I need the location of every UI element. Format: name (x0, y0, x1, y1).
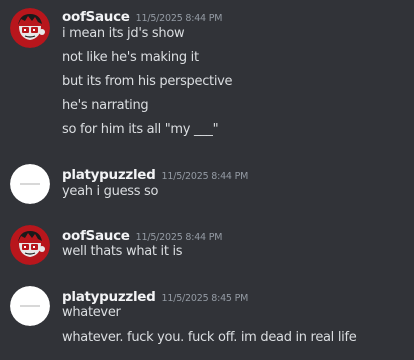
message-text: not like he's making it (62, 50, 199, 65)
username[interactable]: oofSauce (62, 228, 130, 244)
message-text: whatever. fuck you. fuck off. im dead in… (62, 330, 357, 345)
user-avatar-platypuzzled[interactable] (10, 286, 50, 326)
message-group: platypuzzled 11/5/2025 8:45 PM whatever w… (0, 286, 414, 356)
timestamp: 11/5/2025 8:44 PM (161, 171, 249, 182)
message-header: platypuzzled 11/5/2025 8:44 PM (62, 164, 248, 184)
message-header: oofSauce 11/5/2025 8:44 PM (62, 6, 222, 26)
message-text: whatever (62, 305, 121, 320)
timestamp: 11/5/2025 8:44 PM (135, 232, 223, 243)
timestamp: 11/5/2025 8:45 PM (161, 293, 249, 304)
user-avatar-platypuzzled[interactable] (10, 164, 50, 204)
red-cartoon-avatar-icon (10, 225, 50, 265)
message-text: yeah i guess so (62, 184, 159, 199)
username[interactable]: oofSauce (62, 9, 130, 25)
white-circle-avatar-icon (10, 164, 50, 204)
username[interactable]: platypuzzled (62, 289, 156, 305)
message-group: oofSauce 11/5/2025 8:44 PM i mean its jd'… (0, 6, 414, 146)
message-group: platypuzzled 11/5/2025 8:44 PM yeah i gue… (0, 164, 414, 208)
user-avatar-oofsauce[interactable] (10, 8, 50, 48)
message-group: oofSauce 11/5/2025 8:44 PM well thats wha… (0, 225, 414, 269)
chat-messages: oofSauce 11/5/2025 8:44 PM i mean its jd'… (0, 0, 414, 360)
message-text: he's narrating (62, 98, 149, 113)
message-text: i mean its jd's show (62, 26, 185, 41)
message-header: platypuzzled 11/5/2025 8:45 PM (62, 286, 248, 306)
timestamp: 11/5/2025 8:44 PM (135, 13, 223, 24)
message-header: oofSauce 11/5/2025 8:44 PM (62, 225, 222, 245)
message-text: well thats what it is (62, 244, 183, 259)
user-avatar-oofsauce[interactable] (10, 225, 50, 265)
message-text: but its from his perspective (62, 74, 233, 89)
white-circle-avatar-icon (10, 286, 50, 326)
username[interactable]: platypuzzled (62, 167, 156, 183)
red-cartoon-avatar-icon (10, 8, 50, 48)
message-text: so for him its all "my ___" (62, 122, 219, 137)
